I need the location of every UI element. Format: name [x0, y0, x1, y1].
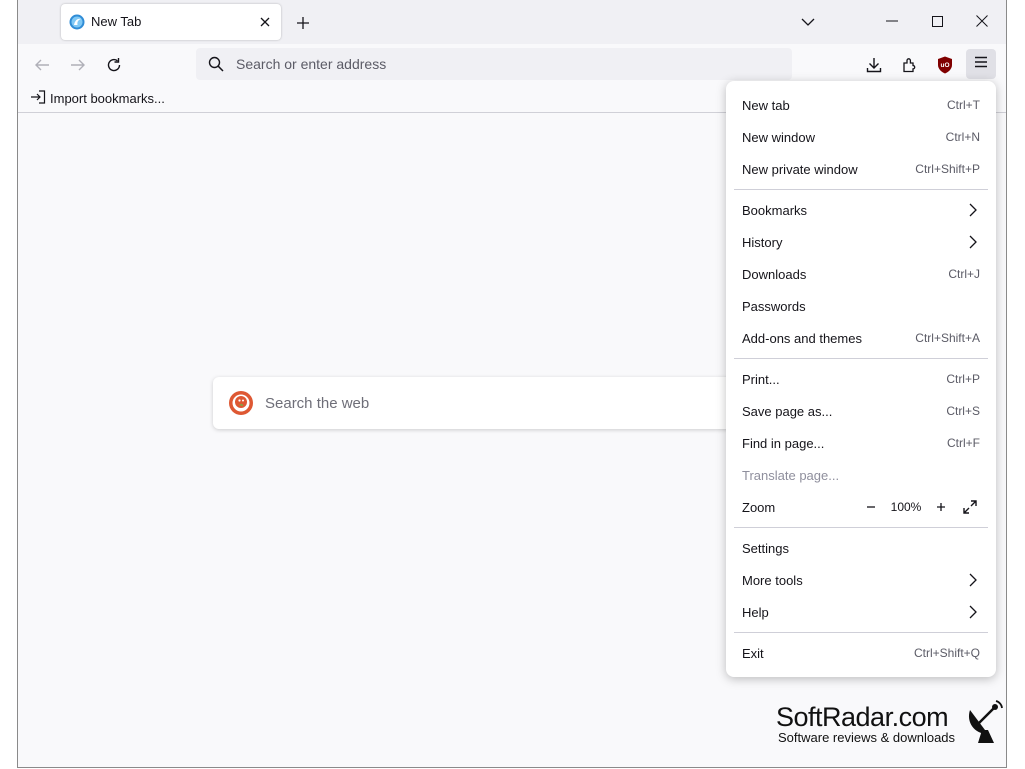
- menu-item-find-in-page[interactable]: Find in page... Ctrl+F: [734, 428, 988, 458]
- menu-item-passwords[interactable]: Passwords: [734, 291, 988, 321]
- menu-item-label: Add-ons and themes: [742, 330, 862, 346]
- menu-item-label: Exit: [742, 645, 764, 661]
- menu-item-settings[interactable]: Settings: [734, 533, 988, 563]
- maximize-icon[interactable]: [922, 8, 952, 34]
- search-icon: [208, 56, 224, 72]
- menu-item-label: History: [742, 234, 783, 250]
- zoom-in-icon[interactable]: [932, 498, 950, 516]
- menu-item-label: Bookmarks: [742, 202, 808, 218]
- navigation-toolbar: uO: [18, 44, 1006, 84]
- extensions-icon[interactable]: [897, 52, 923, 78]
- softradar-watermark: SoftRadar.com Software reviews & downloa…: [774, 700, 1014, 748]
- menu-item-label: Downloads: [742, 266, 807, 282]
- menu-item-label: Find in page...: [742, 435, 825, 451]
- chevron-right-icon: [968, 605, 978, 619]
- menu-item-label: Settings: [742, 540, 789, 556]
- menu-item-shortcut: Ctrl+P: [946, 372, 980, 386]
- reload-icon[interactable]: [101, 52, 127, 78]
- zoom-controls: 100%: [862, 497, 980, 517]
- import-icon: [30, 90, 46, 107]
- forward-icon[interactable]: [65, 52, 91, 78]
- menu-separator: [734, 189, 988, 190]
- menu-separator: [734, 527, 988, 528]
- hamburger-menu-icon: [974, 55, 988, 73]
- menu-item-new-tab[interactable]: New tab Ctrl+T: [734, 90, 988, 120]
- menu-item-translate-page[interactable]: Translate page...: [734, 460, 988, 490]
- menu-item-bookmarks[interactable]: Bookmarks: [734, 195, 988, 225]
- watermark-tagline: Software reviews & downloads: [778, 730, 956, 745]
- tab-title: New Tab: [91, 14, 142, 29]
- web-search-input[interactable]: [265, 377, 745, 429]
- watermark-name: SoftRadar.com: [776, 702, 949, 732]
- chevron-right-icon: [968, 203, 978, 217]
- menu-item-shortcut: Ctrl+S: [946, 404, 980, 418]
- download-icon[interactable]: [861, 52, 887, 78]
- menu-item-history[interactable]: History: [734, 227, 988, 257]
- tab-strip: New Tab: [18, 0, 1006, 44]
- menu-item-shortcut: Ctrl+T: [947, 98, 980, 112]
- satellite-dish-icon: [964, 700, 1004, 744]
- menu-item-label: New window: [742, 129, 815, 145]
- minimize-icon[interactable]: [877, 8, 907, 34]
- menu-item-label: Print...: [742, 371, 780, 387]
- menu-item-shortcut: Ctrl+Shift+P: [915, 162, 980, 176]
- chevron-down-icon[interactable]: [797, 12, 819, 32]
- zoom-out-icon[interactable]: [862, 498, 880, 516]
- menu-item-downloads[interactable]: Downloads Ctrl+J: [734, 259, 988, 289]
- menu-item-label: More tools: [742, 572, 803, 588]
- menu-separator: [734, 358, 988, 359]
- fullscreen-icon[interactable]: [960, 497, 980, 517]
- menu-item-label: New private window: [742, 161, 858, 177]
- menu-item-label: Save page as...: [742, 403, 833, 419]
- close-icon[interactable]: [255, 12, 275, 32]
- menu-item-addons-and-themes[interactable]: Add-ons and themes Ctrl+Shift+A: [734, 323, 988, 353]
- menu-item-shortcut: Ctrl+N: [945, 130, 980, 144]
- menu-item-label: Help: [742, 604, 769, 620]
- app-menu-panel: New tab Ctrl+T New window Ctrl+N New pri…: [726, 81, 996, 677]
- menu-item-more-tools[interactable]: More tools: [734, 565, 988, 595]
- menu-item-shortcut: Ctrl+Shift+A: [915, 331, 980, 345]
- plus-icon[interactable]: [292, 12, 314, 34]
- import-bookmarks-button[interactable]: Import bookmarks...: [30, 90, 165, 107]
- web-search-box[interactable]: [213, 377, 773, 429]
- menu-item-zoom: Zoom 100%: [734, 492, 988, 522]
- menu-item-new-private-window[interactable]: New private window Ctrl+Shift+P: [734, 154, 988, 184]
- firefox-icon: [69, 14, 85, 30]
- menu-item-shortcut: Ctrl+F: [947, 436, 980, 450]
- menu-item-save-page-as[interactable]: Save page as... Ctrl+S: [734, 396, 988, 426]
- ublock-icon[interactable]: uO: [932, 52, 958, 78]
- menu-item-help[interactable]: Help: [734, 597, 988, 627]
- duckduckgo-icon: [229, 391, 253, 415]
- close-icon[interactable]: [967, 8, 997, 34]
- menu-item-label: Translate page...: [742, 467, 840, 483]
- menu-item-exit[interactable]: Exit Ctrl+Shift+Q: [734, 638, 988, 668]
- zoom-level[interactable]: 100%: [886, 500, 926, 514]
- tab-new-tab[interactable]: New Tab: [61, 4, 281, 40]
- chevron-right-icon: [968, 235, 978, 249]
- address-input[interactable]: [236, 48, 776, 80]
- menu-separator: [734, 632, 988, 633]
- menu-item-new-window[interactable]: New window Ctrl+N: [734, 122, 988, 152]
- chevron-right-icon: [968, 573, 978, 587]
- menu-item-shortcut: Ctrl+Shift+Q: [913, 646, 980, 660]
- menu-item-print[interactable]: Print... Ctrl+P: [734, 364, 988, 394]
- menu-item-label: Passwords: [742, 298, 806, 314]
- menu-item-label: Zoom: [742, 499, 776, 515]
- back-icon[interactable]: [29, 52, 55, 78]
- menu-item-label: New tab: [742, 97, 790, 113]
- import-bookmarks-label: Import bookmarks...: [50, 91, 165, 106]
- address-bar[interactable]: [196, 48, 792, 80]
- svg-text:uO: uO: [940, 62, 949, 69]
- app-menu-button[interactable]: [966, 49, 996, 79]
- menu-item-shortcut: Ctrl+J: [948, 267, 980, 281]
